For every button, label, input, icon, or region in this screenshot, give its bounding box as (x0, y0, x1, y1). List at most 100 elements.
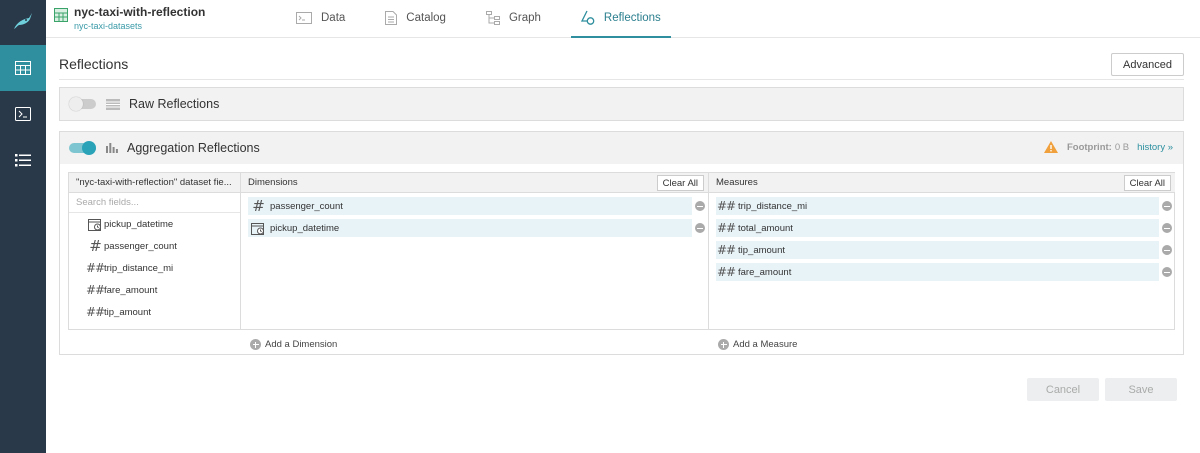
dimensions-title: Dimensions (248, 177, 298, 188)
measure-name: trip_distance_mi (738, 200, 808, 212)
top-header: nyc-taxi-with-reflection nyc-taxi-datase… (46, 0, 1200, 38)
tab-catalog-label: Catalog (406, 12, 446, 24)
remove-measure-icon[interactable] (1162, 267, 1172, 277)
decimal-hash-icon: ## (716, 243, 736, 257)
graph-icon (485, 11, 500, 25)
measure-chip[interactable]: ## tip_amount (716, 241, 1172, 259)
field-item[interactable]: ## fare_amount (69, 279, 240, 301)
plus-circle-icon (718, 339, 729, 350)
aggregation-reflections-label: Aggregation Reflections (127, 141, 260, 155)
warning-icon[interactable] (1043, 141, 1058, 153)
dimension-chip[interactable]: pickup_datetime (248, 219, 705, 237)
integer-hash-icon: # (252, 197, 265, 215)
add-dimension-label: Add a Dimension (265, 339, 338, 350)
decimal-hash-icon: ## (716, 221, 736, 235)
field-item[interactable]: # passenger_count (69, 235, 240, 257)
footprint-value: 0 B (1114, 141, 1130, 153)
left-nav-rail (0, 0, 46, 453)
nav-datasets-icon[interactable] (0, 45, 46, 91)
tab-data[interactable]: Data (286, 0, 355, 36)
measure-name: tip_amount (738, 244, 786, 256)
dataset-fields-header: "nyc-taxi-with-reflection" dataset fie..… (69, 173, 240, 193)
reflections-icon (580, 10, 595, 25)
calendar-clock-icon (250, 222, 266, 235)
raw-reflections-toggle[interactable] (69, 97, 96, 111)
plus-circle-icon (250, 339, 261, 350)
measure-chip[interactable]: ## fare_amount (716, 263, 1172, 281)
field-item[interactable]: ## trip_distance_mi (69, 257, 240, 279)
dimension-name: pickup_datetime (270, 222, 340, 234)
measures-column: Measures Clear All ## trip_distance_mi #… (709, 173, 1175, 329)
dataset-space-link[interactable]: nyc-taxi-datasets (74, 20, 205, 32)
raw-reflections-header: Raw Reflections (60, 88, 1183, 120)
measures-clear-all-button[interactable]: Clear All (1123, 175, 1171, 191)
tab-data-label: Data (321, 12, 346, 24)
decimal-hash-icon: ## (716, 199, 736, 213)
remove-measure-icon[interactable] (1162, 245, 1172, 255)
dimension-name: passenger_count (270, 200, 343, 212)
measure-chip[interactable]: ## total_amount (716, 219, 1172, 237)
dimensions-clear-all-button[interactable]: Clear All (656, 175, 704, 191)
decimal-hash-icon: ## (85, 305, 105, 319)
field-name: tip_amount (104, 306, 152, 318)
measure-name: total_amount (738, 222, 793, 234)
dataset-title: nyc-taxi-with-reflection (74, 5, 206, 19)
dimension-chip[interactable]: # passenger_count (248, 197, 705, 215)
footprint-label: Footprint: (1066, 141, 1112, 153)
measures-title: Measures (716, 177, 758, 188)
cancel-button[interactable]: Cancel (1027, 378, 1099, 401)
nav-sql-runner-icon[interactable] (0, 91, 46, 137)
add-measure-label: Add a Measure (733, 339, 798, 350)
advanced-button[interactable]: Advanced (1111, 53, 1184, 76)
decimal-hash-icon: ## (85, 261, 105, 275)
measures-header: Measures Clear All (709, 173, 1175, 193)
integer-hash-icon: # (89, 237, 102, 255)
dimensions-header: Dimensions Clear All (241, 173, 708, 193)
remove-dimension-icon[interactable] (695, 201, 705, 211)
remove-measure-icon[interactable] (1162, 201, 1172, 211)
field-item[interactable]: ## tip_amount (69, 301, 240, 323)
dataset-breadcrumb[interactable]: nyc-taxi-with-reflection nyc-taxi-datase… (54, 5, 205, 32)
field-name: passenger_count (104, 240, 177, 252)
field-name: trip_distance_mi (104, 262, 174, 274)
aggregation-columns: "nyc-taxi-with-reflection" dataset fie..… (68, 172, 1175, 330)
terminal-icon (296, 12, 312, 24)
bar-chart-icon (106, 143, 118, 153)
nav-jobs-list-icon[interactable] (0, 137, 46, 183)
tab-reflections[interactable]: Reflections (570, 0, 671, 38)
document-icon (385, 11, 398, 25)
decimal-hash-icon: ## (85, 283, 105, 297)
measure-name: fare_amount (738, 266, 792, 278)
aggregation-reflections-toggle[interactable] (69, 141, 96, 155)
history-link[interactable]: history » (1137, 142, 1173, 153)
add-dimension-button[interactable]: Add a Dimension (250, 339, 337, 350)
page-title: Reflections (59, 56, 129, 72)
field-name: pickup_datetime (104, 218, 174, 230)
aggregation-reflections-header: Aggregation Reflections Footprint: 0 B h… (60, 132, 1183, 164)
dimensions-column: Dimensions Clear All # passenger_count p… (241, 173, 709, 329)
raw-reflections-section: Raw Reflections (59, 87, 1184, 121)
narwhal-logo-icon[interactable] (0, 0, 46, 44)
calendar-clock-icon (87, 218, 103, 231)
field-item[interactable]: pickup_datetime (69, 213, 240, 235)
tab-graph-label: Graph (508, 12, 541, 24)
remove-dimension-icon[interactable] (695, 223, 705, 233)
raw-reflections-label: Raw Reflections (129, 97, 220, 111)
tab-graph[interactable]: Graph (476, 0, 551, 36)
title-divider (59, 79, 1184, 80)
decimal-hash-icon: ## (716, 265, 736, 279)
field-name: fare_amount (104, 284, 158, 296)
remove-measure-icon[interactable] (1162, 223, 1172, 233)
app-root: nyc-taxi-with-reflection nyc-taxi-datase… (0, 0, 1200, 453)
footprint-info: Footprint: 0 B history » (1043, 141, 1173, 153)
search-fields-input[interactable]: Search fields... (69, 193, 240, 213)
raw-table-icon (106, 98, 120, 110)
aggregation-reflections-section: Aggregation Reflections Footprint: 0 B h… (59, 131, 1184, 355)
save-button[interactable]: Save (1105, 378, 1177, 401)
dataset-fields-column: "nyc-taxi-with-reflection" dataset fie..… (69, 173, 241, 329)
add-measure-button[interactable]: Add a Measure (718, 339, 797, 350)
dataset-table-icon (54, 8, 68, 22)
tab-catalog[interactable]: Catalog (375, 0, 456, 36)
view-tabs: Data Catalog Graph Reflections (286, 0, 691, 38)
measure-chip[interactable]: ## trip_distance_mi (716, 197, 1172, 215)
